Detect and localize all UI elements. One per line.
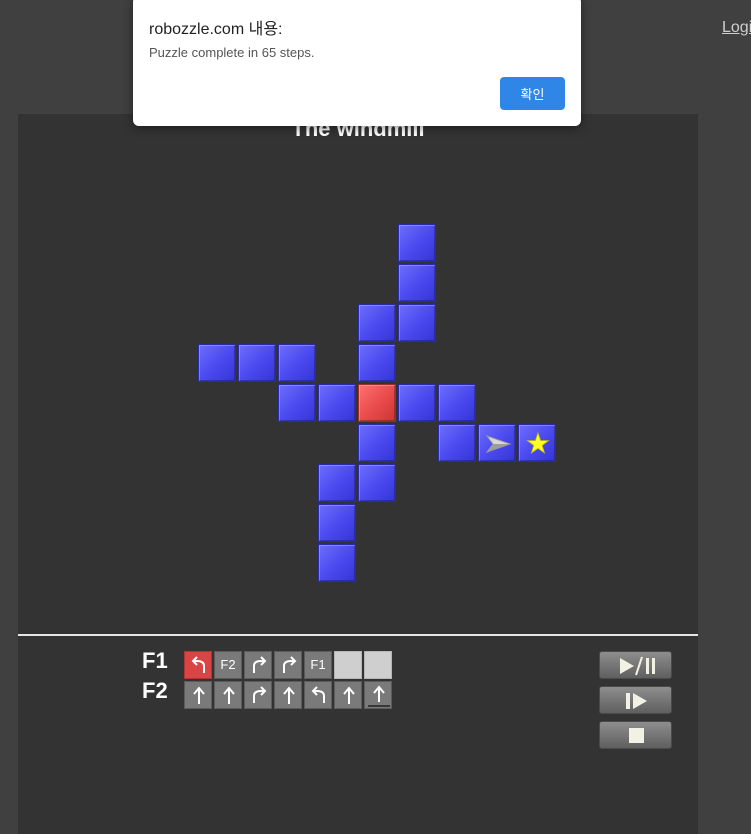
alert-title: robozzle.com 내용: (149, 21, 283, 38)
alert-ok-button[interactable]: 확인 (500, 77, 565, 110)
program-slot[interactable]: F1 (304, 651, 332, 679)
board-tile-blue (278, 384, 316, 422)
play-pause-icon (620, 656, 655, 676)
star-icon (526, 431, 550, 455)
program-slot[interactable] (184, 681, 212, 709)
program-slot[interactable] (274, 651, 302, 679)
forward-icon (283, 686, 295, 704)
divider (18, 634, 698, 636)
board-tile-blue (278, 344, 316, 382)
board-tile-red (358, 384, 396, 422)
turn-left-icon (311, 686, 325, 703)
board-tile-blue (478, 424, 516, 462)
forward-icon (193, 686, 205, 704)
program-slot[interactable] (184, 651, 212, 679)
board-tile-blue (318, 464, 356, 502)
board-tile-blue (238, 344, 276, 382)
board-tile-blue (358, 304, 396, 342)
board-tile-blue (358, 464, 396, 502)
board-tile-blue (398, 384, 436, 422)
robot-arrow-icon (485, 434, 512, 454)
function-label: F1 (142, 648, 168, 673)
turn-left-icon (191, 656, 205, 673)
board-tile-blue (518, 424, 556, 462)
board-tile-blue (198, 344, 236, 382)
step-button[interactable] (599, 686, 672, 714)
forward-cursor-icon (368, 685, 390, 707)
login-link[interactable]: Login (722, 19, 751, 37)
stop-button[interactable] (599, 721, 672, 749)
program-slot[interactable] (304, 681, 332, 709)
board-tile-blue (438, 424, 476, 462)
program-slot[interactable] (364, 651, 392, 679)
play-pause-button[interactable] (599, 651, 672, 679)
board-tile-blue (398, 264, 436, 302)
program-slot[interactable]: F2 (214, 651, 242, 679)
board-tile-blue (318, 504, 356, 542)
turn-right-icon (283, 656, 297, 673)
program-slot[interactable] (334, 651, 362, 679)
program-slot[interactable] (334, 681, 362, 709)
board-tile-blue (318, 384, 356, 422)
board-tile-blue (438, 384, 476, 422)
board-tile-blue (398, 304, 436, 342)
board-tile-blue (358, 424, 396, 462)
step-icon (626, 693, 647, 709)
program-slot[interactable] (274, 681, 302, 709)
program-slot[interactable] (244, 651, 272, 679)
stop-icon (629, 728, 644, 743)
board-tile-blue (398, 224, 436, 262)
forward-icon (343, 686, 355, 704)
board-tile-blue (358, 344, 396, 382)
forward-icon (223, 686, 235, 704)
function-label: F2 (142, 678, 168, 703)
turn-right-icon (253, 686, 267, 703)
alert-message: Puzzle complete in 65 steps. (149, 45, 315, 60)
turn-right-icon (253, 656, 267, 673)
alert-dialog: robozzle.com 내용: Puzzle complete in 65 s… (133, 0, 581, 126)
program-slot[interactable] (214, 681, 242, 709)
game-panel: The windmill F1 F2 F1 F2 (18, 114, 698, 834)
board-tile-blue (318, 544, 356, 582)
program-slot[interactable] (364, 681, 392, 709)
program-slot[interactable] (244, 681, 272, 709)
